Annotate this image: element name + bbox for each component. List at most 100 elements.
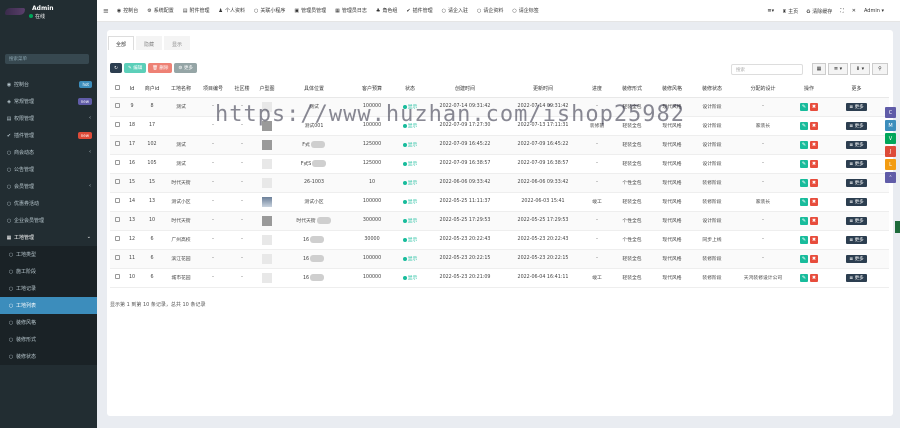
top-nav-item[interactable]: ▤ 附件管理 bbox=[183, 7, 210, 14]
table-row[interactable]: 14 13 测试小区 - - 测试小区 100000 显示 2022-05-25 11:11:3… bbox=[110, 192, 889, 212]
float-button-3[interactable]: J bbox=[885, 146, 896, 157]
menu-search-input[interactable]: 搜索菜单 bbox=[5, 54, 89, 64]
sidebar-item[interactable]: ○ 商会动态 ‹ bbox=[0, 144, 97, 161]
sidebar-item[interactable]: ○ 装修风格 bbox=[0, 314, 97, 331]
edit-button[interactable]: ✎ 编辑 bbox=[124, 63, 147, 73]
sidebar-item[interactable]: ✔ 插件管理 new bbox=[0, 127, 97, 144]
table-row[interactable]: 9 8 测试 - - 测试 100000 显示 2022-07-14 09:31:42 2022-… bbox=[110, 97, 889, 117]
top-nav-item[interactable]: ○ 请企入驻 bbox=[442, 7, 468, 14]
sidebar-item[interactable]: ○ 装修状态 bbox=[0, 348, 97, 365]
more-row-button[interactable]: ≣ 更多 bbox=[846, 159, 867, 168]
sidebar-item[interactable]: ○ 装修形式 bbox=[0, 331, 97, 348]
table-row[interactable]: 17 102 测试 - - F式 125000 显示 2022-07-09 16:45:22 20… bbox=[110, 135, 889, 155]
top-nav-item[interactable]: ♟ 个人资料 bbox=[219, 7, 246, 14]
top-nav-item[interactable]: ◉ 控制台 bbox=[117, 7, 138, 14]
delete-row-icon[interactable]: ✖ bbox=[810, 273, 818, 282]
sidebar-item[interactable]: ○ 会员管理 ‹ bbox=[0, 178, 97, 195]
top-right-item[interactable]: ♻ 清除缓存 bbox=[806, 8, 832, 15]
sidebar-item[interactable]: ○ 工地类型 bbox=[0, 246, 97, 263]
sidebar-item[interactable]: ○ 公告管理 bbox=[0, 161, 97, 178]
sidebar-item[interactable]: ◉ 控制台 hot bbox=[0, 76, 97, 93]
floorplan-thumbnail[interactable] bbox=[262, 234, 272, 245]
more-row-button[interactable]: ≣ 更多 bbox=[846, 197, 867, 206]
edit-row-icon[interactable]: ✎ bbox=[800, 102, 808, 111]
tab-0[interactable]: 全部 bbox=[108, 36, 135, 50]
row-checkbox[interactable] bbox=[114, 160, 120, 165]
float-button-4[interactable]: L bbox=[885, 159, 896, 170]
top-right-item[interactable]: Admin ▾ bbox=[864, 8, 884, 14]
floorplan-thumbnail[interactable] bbox=[262, 215, 272, 226]
more-row-button[interactable]: ≣ 更多 bbox=[846, 273, 867, 282]
sidebar-item[interactable]: ○ 施工阶段 bbox=[0, 263, 97, 280]
table-row[interactable]: 12 6 广州高校 - -16 30000 显示 2022-05-23 20:22:43 202… bbox=[110, 230, 889, 250]
select-all-checkbox[interactable] bbox=[114, 85, 120, 91]
row-checkbox[interactable] bbox=[114, 217, 120, 222]
more-row-button[interactable]: ≣ 更多 bbox=[846, 121, 867, 130]
edit-row-icon[interactable]: ✎ bbox=[800, 140, 808, 149]
table-row[interactable]: 10 6 城市花园 - -16 100000 显示 2022-05-23 20:21:09 20… bbox=[110, 268, 889, 288]
side-handle[interactable] bbox=[895, 221, 900, 233]
row-checkbox[interactable] bbox=[114, 198, 120, 203]
floorplan-thumbnail[interactable] bbox=[262, 101, 272, 112]
row-checkbox[interactable] bbox=[114, 179, 120, 184]
float-button-0[interactable]: C bbox=[885, 107, 896, 118]
more-row-button[interactable]: ≣ 更多 bbox=[846, 102, 867, 111]
delete-row-icon[interactable]: ✖ bbox=[810, 178, 818, 187]
delete-row-icon[interactable]: ✖ bbox=[810, 159, 818, 168]
top-nav-item[interactable]: ○ 请企标签 bbox=[512, 7, 538, 14]
float-button-5[interactable]: ⌃ bbox=[885, 172, 896, 183]
more-row-button[interactable]: ≣ 更多 bbox=[846, 235, 867, 244]
more-row-button[interactable]: ≣ 更多 bbox=[846, 254, 867, 263]
float-button-1[interactable]: M bbox=[885, 120, 896, 131]
top-right-item[interactable]: ⛶ bbox=[840, 8, 844, 14]
floorplan-thumbnail[interactable] bbox=[262, 177, 272, 188]
brand-logo[interactable]: Admin 在线 bbox=[0, 0, 97, 25]
top-right-item[interactable]: ≣▾ bbox=[767, 8, 774, 14]
floorplan-thumbnail[interactable] bbox=[262, 196, 272, 207]
advanced-search-button[interactable]: ⚲ bbox=[872, 63, 888, 75]
more-row-button[interactable]: ≣ 更多 bbox=[846, 140, 867, 149]
row-checkbox[interactable] bbox=[114, 236, 120, 241]
column-header[interactable] bbox=[110, 81, 124, 98]
sidebar-item[interactable]: ▦ 工地管理 ⌄ bbox=[0, 229, 97, 246]
top-right-item[interactable]: ♜ 主页 bbox=[782, 8, 798, 15]
row-checkbox[interactable] bbox=[114, 103, 120, 108]
row-checkbox[interactable] bbox=[114, 255, 120, 260]
more-row-button[interactable]: ≣ 更多 bbox=[846, 178, 867, 187]
floorplan-thumbnail[interactable] bbox=[262, 139, 272, 150]
edit-row-icon[interactable]: ✎ bbox=[800, 216, 808, 225]
top-nav-item[interactable]: ✔ 插件管理 bbox=[406, 7, 432, 14]
toggle-view-button[interactable]: ▦ bbox=[812, 63, 826, 75]
delete-row-icon[interactable]: ✖ bbox=[810, 216, 818, 225]
table-row[interactable]: 16 105 测试 - - F式S 125000 显示 2022-07-09 16:38:57 2… bbox=[110, 154, 889, 174]
sidebar-item[interactable]: ○ 工地记录 bbox=[0, 280, 97, 297]
columns-button[interactable]: ≣ ▾ bbox=[828, 63, 848, 75]
delete-row-icon[interactable]: ✖ bbox=[810, 235, 818, 244]
floorplan-thumbnail[interactable] bbox=[262, 158, 272, 169]
sidebar-item[interactable]: ○ 优惠券活动 bbox=[0, 195, 97, 212]
float-button-2[interactable]: V bbox=[885, 133, 896, 144]
delete-button[interactable]: 🗑 删除 bbox=[148, 63, 173, 73]
top-nav-item[interactable]: ♣ 角色组 bbox=[376, 7, 398, 14]
more-row-button[interactable]: ≣ 更多 bbox=[846, 216, 867, 225]
edit-row-icon[interactable]: ✎ bbox=[800, 178, 808, 187]
sidebar-item[interactable]: ○ 企业会员管理 bbox=[0, 212, 97, 229]
refresh-button[interactable]: ↻ bbox=[110, 63, 122, 73]
edit-row-icon[interactable]: ✎ bbox=[800, 197, 808, 206]
edit-row-icon[interactable]: ✎ bbox=[800, 121, 808, 130]
sidebar-item[interactable]: ○ 工地列表 bbox=[0, 297, 97, 314]
delete-row-icon[interactable]: ✖ bbox=[810, 102, 818, 111]
tab-2[interactable]: 显示 bbox=[164, 36, 191, 50]
top-right-item[interactable]: ✕ bbox=[852, 8, 856, 14]
floorplan-thumbnail[interactable] bbox=[262, 120, 272, 131]
delete-row-icon[interactable]: ✖ bbox=[810, 140, 818, 149]
row-checkbox[interactable] bbox=[114, 274, 120, 279]
edit-row-icon[interactable]: ✎ bbox=[800, 254, 808, 263]
floorplan-thumbnail[interactable] bbox=[262, 253, 272, 264]
sidebar-item[interactable]: ▤ 权限管理 ‹ bbox=[0, 110, 97, 127]
row-checkbox[interactable] bbox=[114, 122, 120, 127]
tab-1[interactable]: 隐藏 bbox=[136, 36, 163, 50]
sidebar-item[interactable]: ◈ 常规管理 new bbox=[0, 93, 97, 110]
floorplan-thumbnail[interactable] bbox=[262, 272, 272, 283]
row-checkbox[interactable] bbox=[114, 141, 120, 146]
